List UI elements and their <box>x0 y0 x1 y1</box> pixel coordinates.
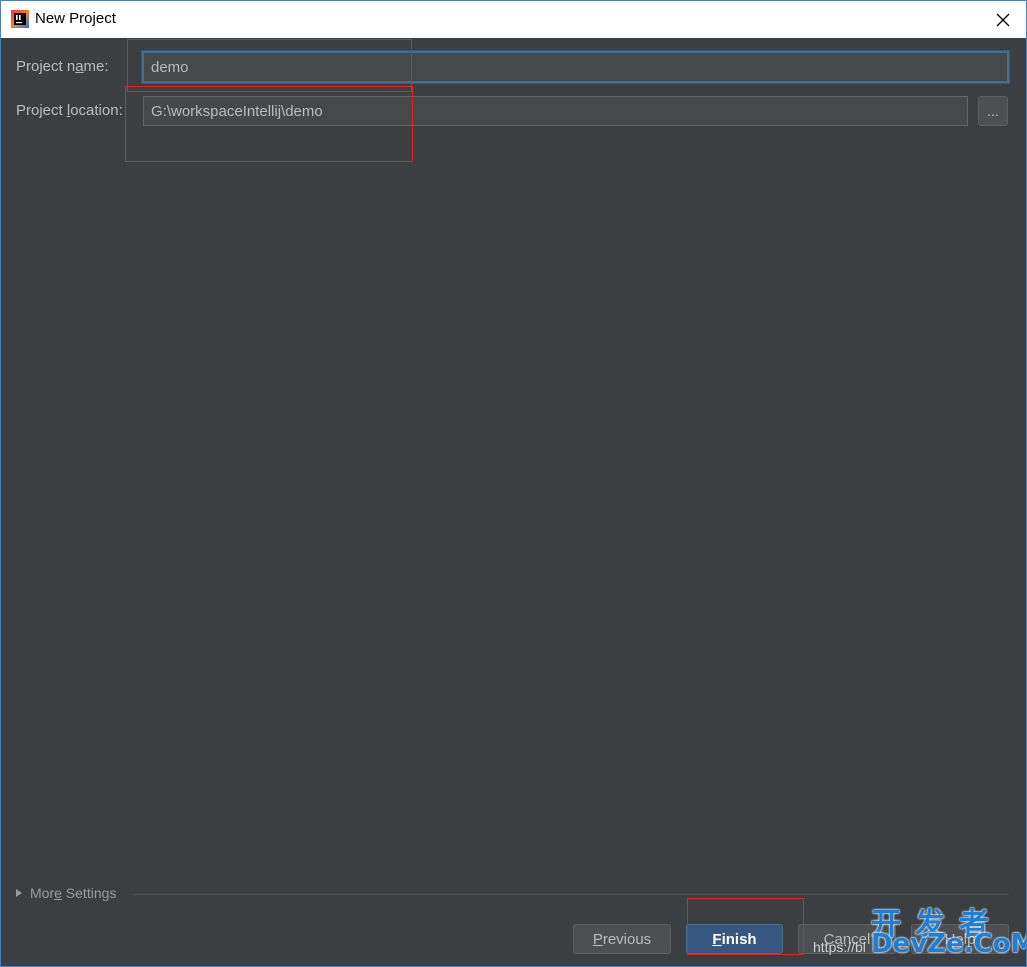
title-bar[interactable]: New Project <box>1 1 1026 38</box>
settings-separator <box>133 894 1009 895</box>
intellij-idea-icon <box>11 10 29 28</box>
previous-button[interactable]: Previous <box>573 924 671 954</box>
mnemonic-letter: e <box>54 885 62 901</box>
label-part: Settings <box>61 885 117 901</box>
button-label: revious <box>602 930 652 948</box>
more-settings-toggle[interactable]: More Settings <box>16 885 116 901</box>
watermark-brand: DevZe.CoM <box>871 929 1027 959</box>
project-location-label: Project location: <box>16 102 123 119</box>
project-name-label: Project name: <box>16 58 109 75</box>
mnemonic-letter: F <box>712 930 722 948</box>
project-location-input[interactable]: G:\workspaceIntellij\demo <box>143 96 968 126</box>
label-part: Project n <box>16 58 76 75</box>
label-part: ocation: <box>70 102 123 119</box>
close-icon <box>996 13 1010 26</box>
close-button[interactable] <box>980 1 1026 38</box>
mnemonic-letter: P <box>592 930 603 948</box>
more-settings-label: More Settings <box>30 885 116 901</box>
project-name-input[interactable]: demo <box>142 51 1009 83</box>
finish-button[interactable]: Finish <box>686 924 783 954</box>
browse-button[interactable]: ... <box>978 96 1008 126</box>
label-part: Project <box>16 102 67 119</box>
label-part: Mor <box>30 885 55 901</box>
window-title: New Project <box>35 10 116 27</box>
watermark-url: https://bl <box>813 939 866 955</box>
button-label: inish <box>721 930 757 948</box>
browse-ellipsis: ... <box>987 103 999 119</box>
project-location-value: G:\workspaceIntellij\demo <box>151 102 323 120</box>
label-part: me: <box>83 58 109 75</box>
expand-triangle-icon <box>16 889 22 897</box>
new-project-dialog: New Project Project name: demo Project l… <box>0 0 1027 967</box>
project-name-value: demo <box>151 58 189 76</box>
mnemonic-letter: a <box>75 58 84 75</box>
